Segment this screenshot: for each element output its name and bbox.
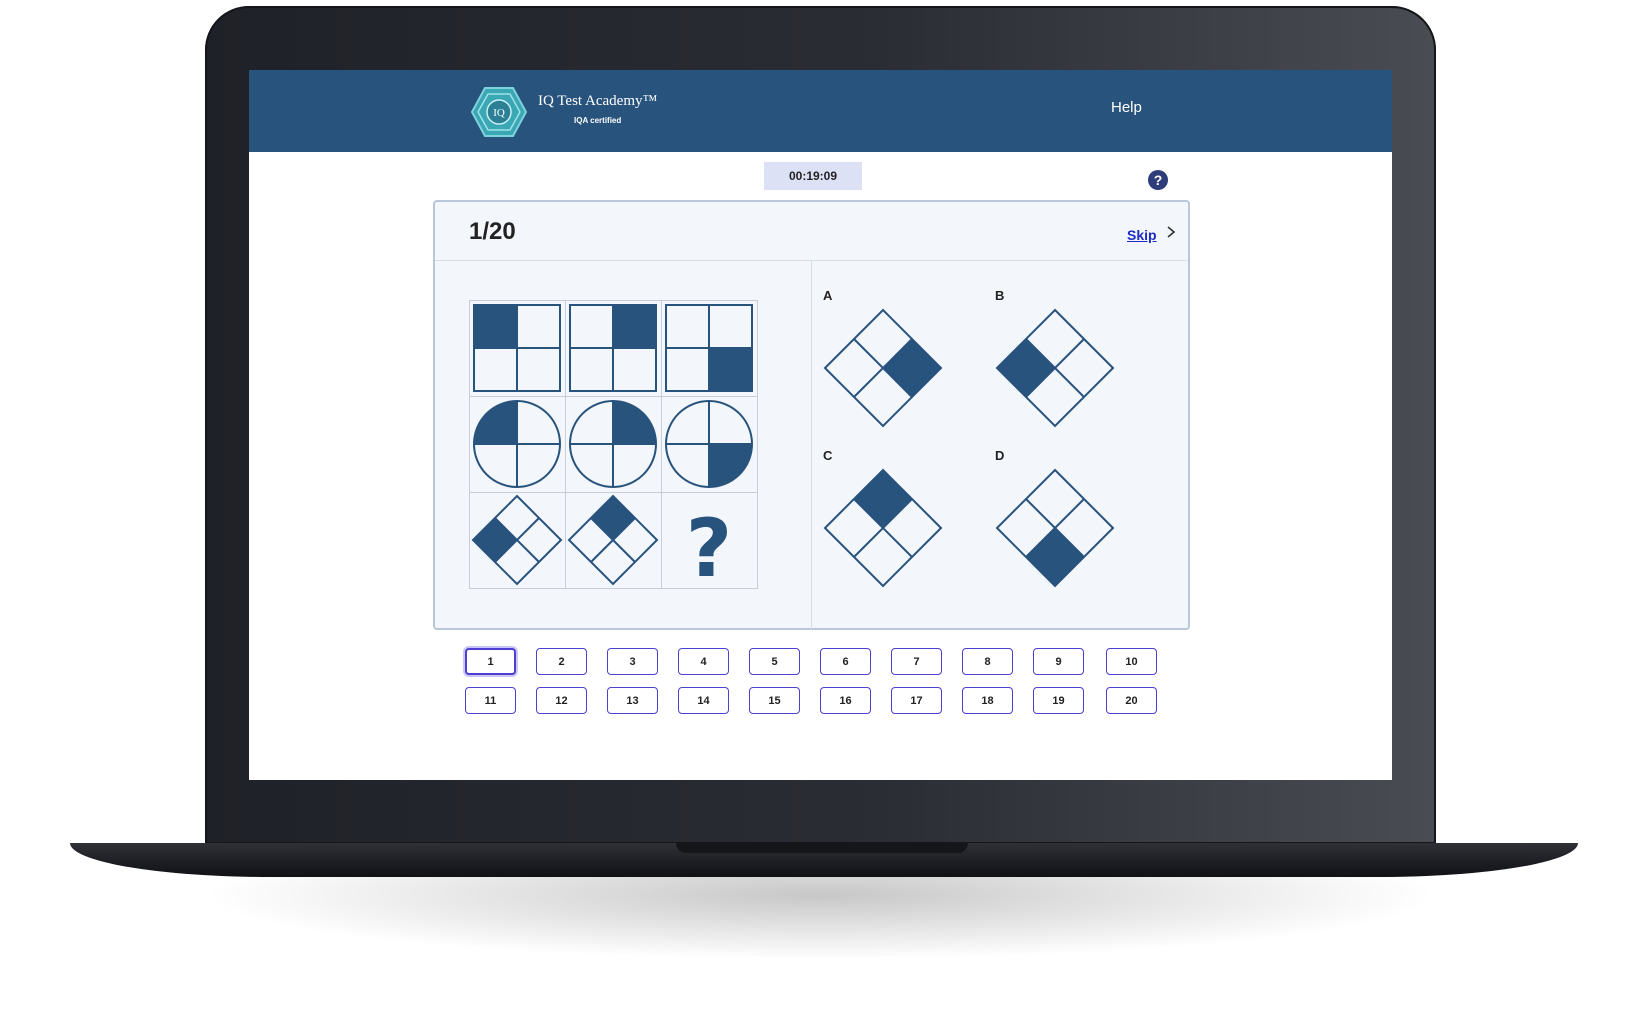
question-nav-button[interactable]: 19 <box>1033 687 1084 714</box>
option-a-letter: A <box>823 288 833 303</box>
option-d[interactable]: D <box>995 448 1145 598</box>
question-nav-button[interactable]: 20 <box>1106 687 1157 714</box>
matrix-cell-circle-3 <box>665 400 753 488</box>
question-nav-button[interactable]: 16 <box>820 687 871 714</box>
help-link[interactable]: Help <box>1111 99 1142 116</box>
help-icon[interactable]: ? <box>1148 170 1168 190</box>
iq-logo-icon: IQ <box>471 87 527 137</box>
question-nav-button[interactable]: 5 <box>749 648 800 675</box>
puzzle-matrix: ? <box>469 300 758 593</box>
question-nav-button[interactable]: 10 <box>1106 648 1157 675</box>
question-nav-button[interactable]: 18 <box>962 687 1013 714</box>
missing-cell-question-mark: ? <box>686 502 732 593</box>
question-nav-button[interactable]: 11 <box>465 687 516 714</box>
matrix-cell-circle-2 <box>569 400 657 488</box>
matrix-cell-square-2 <box>569 304 657 392</box>
matrix-cell-circle-1 <box>473 400 561 488</box>
option-b-diamond <box>995 308 1115 428</box>
card-column-divider <box>811 261 812 630</box>
question-nav-button[interactable]: 14 <box>678 687 729 714</box>
matrix-cell-diamond-1 <box>471 494 563 586</box>
laptop-base-notch <box>676 843 968 853</box>
brand-subtitle: IQA certified <box>574 116 622 125</box>
matrix-cell-square-1 <box>473 304 561 392</box>
question-counter: 1/20 <box>469 218 516 245</box>
question-nav-button[interactable]: 17 <box>891 687 942 714</box>
question-nav-button[interactable]: 4 <box>678 648 729 675</box>
option-d-letter: D <box>995 448 1005 463</box>
matrix-cell-diamond-2 <box>567 494 659 586</box>
question-nav-button[interactable]: 6 <box>820 648 871 675</box>
question-nav-button[interactable]: 7 <box>891 648 942 675</box>
question-nav-button[interactable]: 2 <box>536 648 587 675</box>
logo-text: IQ <box>493 107 505 119</box>
question-nav-button[interactable]: 1 <box>465 648 516 675</box>
option-c[interactable]: C <box>823 448 973 598</box>
app-header: IQ IQ Test Academy™ IQA certified Help <box>249 70 1392 152</box>
question-nav-button[interactable]: 9 <box>1033 648 1084 675</box>
option-c-letter: C <box>823 448 833 463</box>
question-nav-button[interactable]: 3 <box>607 648 658 675</box>
matrix-cell-square-3 <box>665 304 753 392</box>
option-b-letter: B <box>995 288 1005 303</box>
skip-button[interactable]: Skip <box>1127 227 1157 243</box>
timer: 00:19:09 <box>764 162 862 190</box>
brand-name: IQ Test Academy™ <box>538 93 658 109</box>
option-c-diamond <box>823 468 943 588</box>
question-nav-button[interactable]: 15 <box>749 687 800 714</box>
question-card: 1/20 Skip ? A B C D <box>433 200 1190 630</box>
question-nav-button[interactable]: 8 <box>962 648 1013 675</box>
option-b[interactable]: B <box>995 288 1145 438</box>
question-nav-button[interactable]: 13 <box>607 687 658 714</box>
option-a-diamond <box>823 308 943 428</box>
option-a[interactable]: A <box>823 288 973 438</box>
laptop-screen: IQ IQ Test Academy™ IQA certified Help 0… <box>249 70 1392 780</box>
option-d-diamond <box>995 468 1115 588</box>
question-nav-button[interactable]: 12 <box>536 687 587 714</box>
chevron-right-icon[interactable] <box>1165 224 1177 240</box>
